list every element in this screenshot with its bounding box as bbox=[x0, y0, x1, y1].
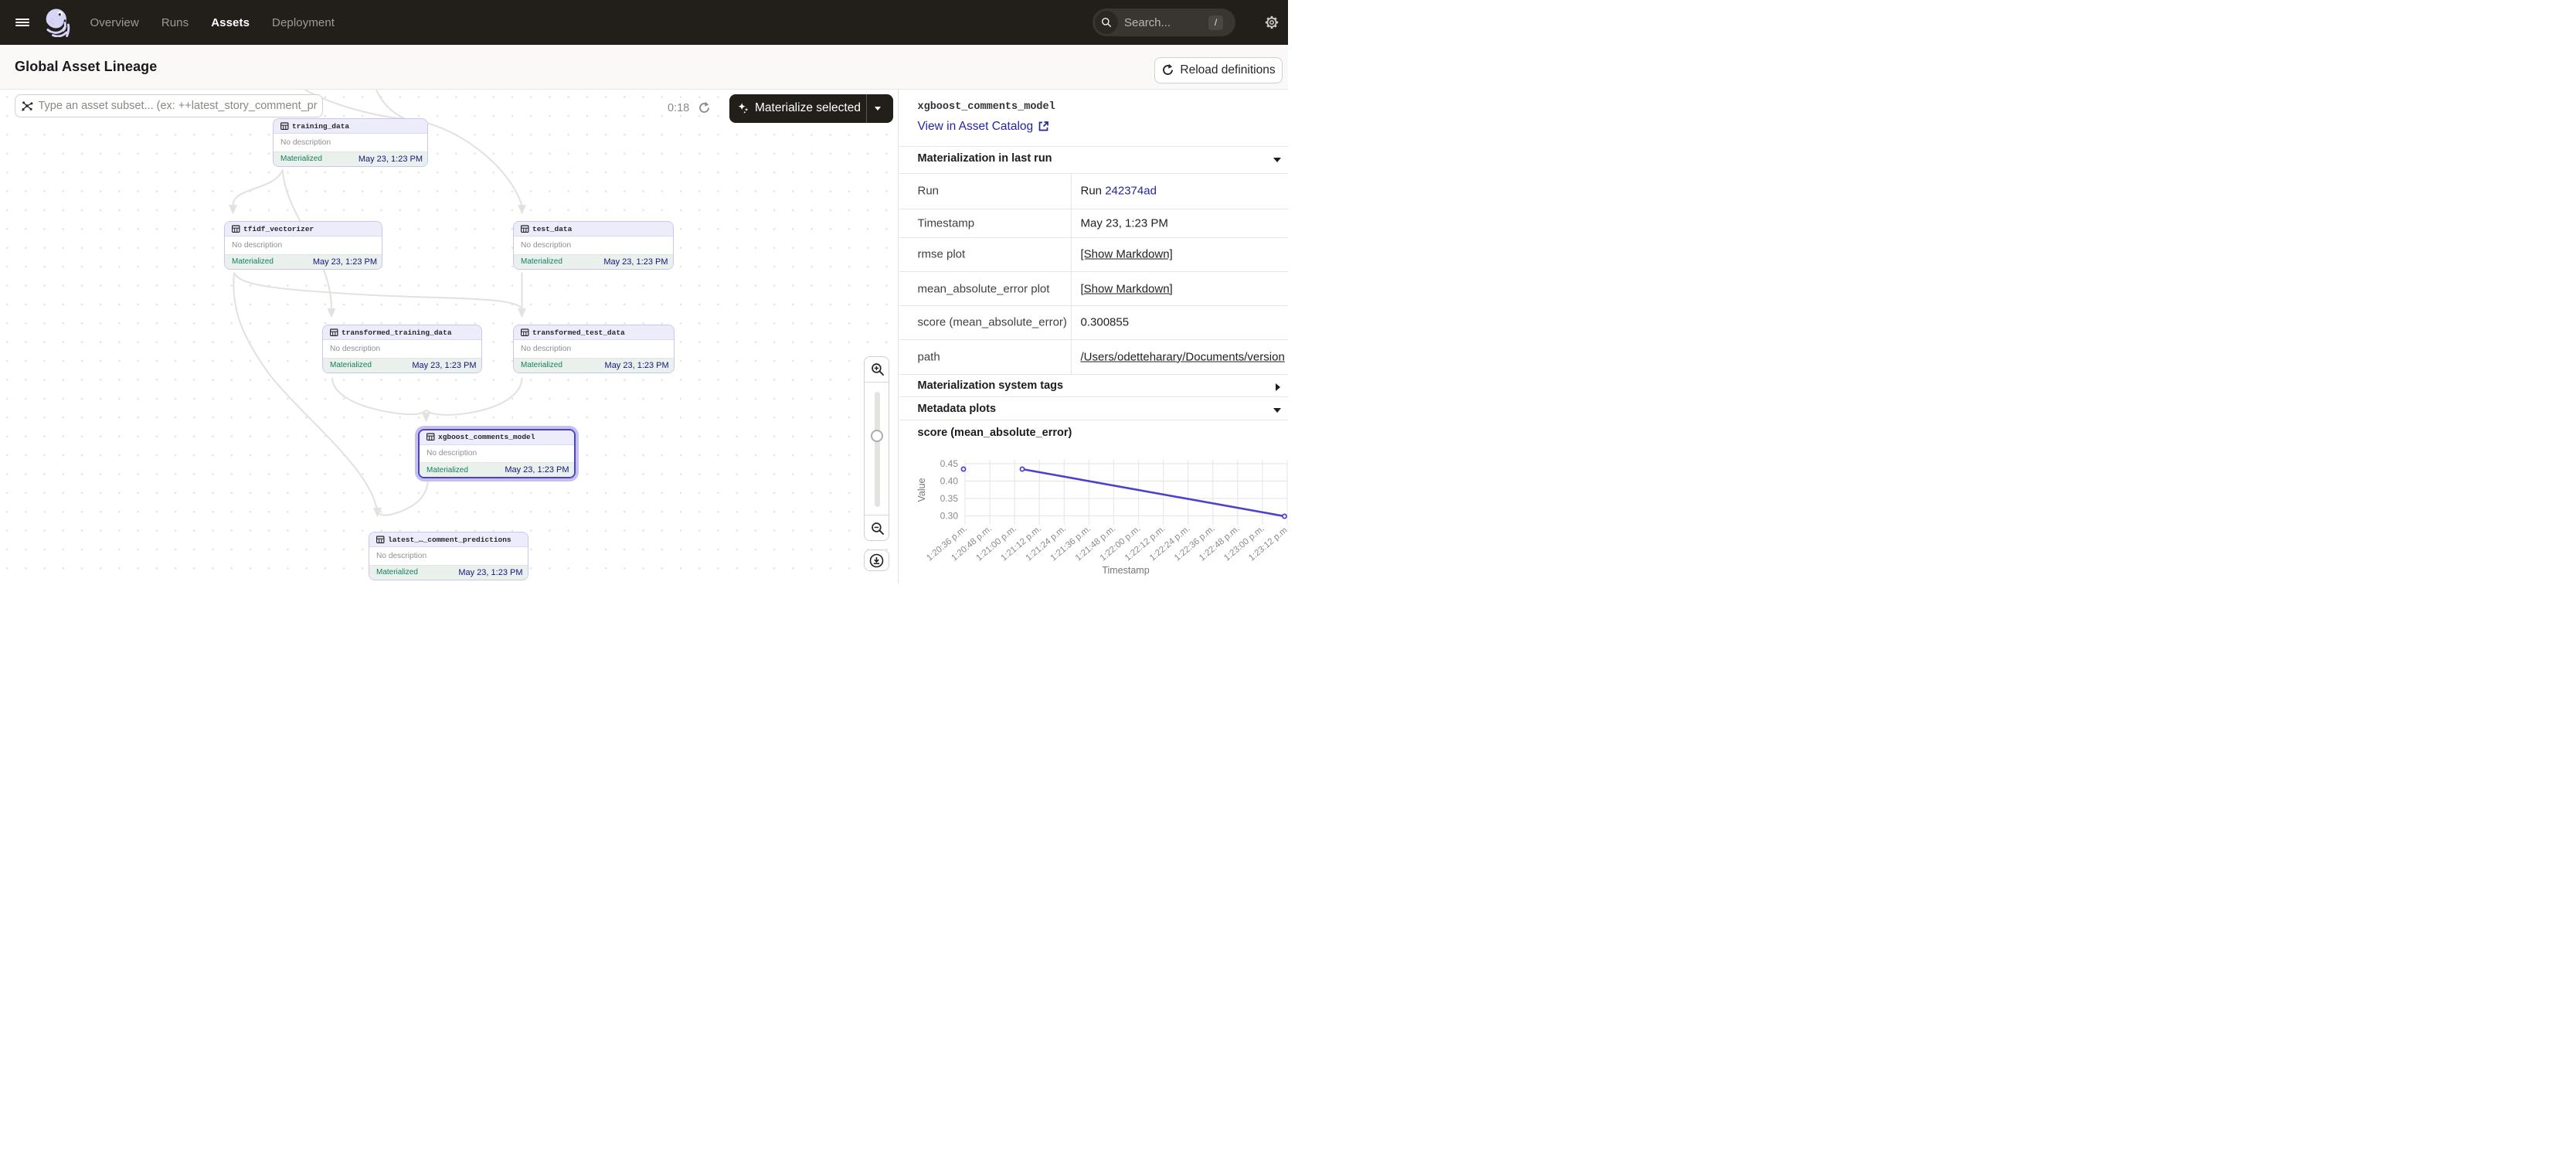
svg-text:0.35: 0.35 bbox=[940, 493, 958, 504]
svg-text:0.40: 0.40 bbox=[940, 476, 958, 487]
svg-text:0.45: 0.45 bbox=[940, 458, 958, 469]
svg-text:0.30: 0.30 bbox=[940, 511, 958, 522]
svg-text:Value: Value bbox=[916, 478, 927, 502]
svg-text:Timestamp: Timestamp bbox=[1102, 565, 1149, 576]
